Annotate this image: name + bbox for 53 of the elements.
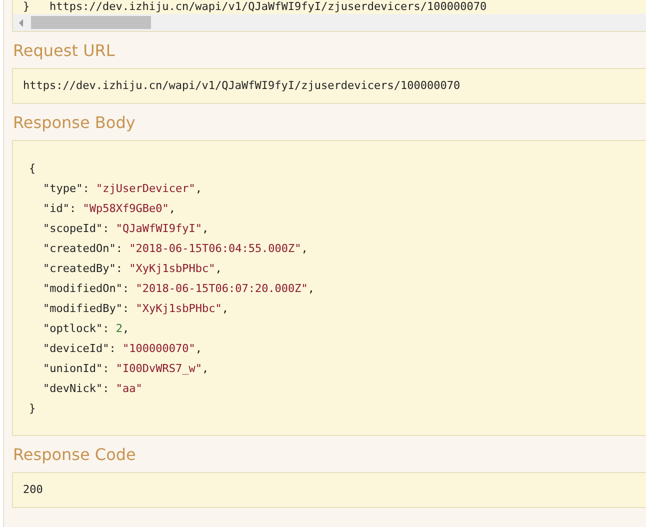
json-comma: ,	[215, 262, 222, 275]
json-key: "type"	[43, 182, 83, 195]
json-comma: ,	[202, 222, 209, 235]
json-value: "XyKj1sbPHbc"	[136, 302, 222, 315]
response-code-text: 200	[23, 482, 44, 498]
json-colon: :	[116, 242, 124, 255]
json-comma: ,	[195, 182, 202, 195]
json-colon: :	[109, 342, 117, 355]
json-value: "2018-06-15T06:04:55.000Z"	[129, 242, 302, 255]
json-value: "QJaWfWI9fyI"	[116, 222, 202, 235]
json-colon: :	[102, 362, 110, 375]
json-key: "scopeId"	[43, 222, 103, 235]
json-key: "modifiedOn"	[43, 282, 122, 295]
json-value: 2	[116, 322, 122, 335]
json-comma: ,	[168, 202, 176, 215]
section-heading: Response Body	[12, 112, 136, 134]
json-comma: ,	[195, 342, 202, 355]
json-key: "createdOn"	[43, 242, 116, 255]
json-value: "aa"	[116, 382, 142, 395]
json-key: "modifiedBy"	[43, 302, 122, 315]
json-colon: :	[102, 322, 110, 335]
json-colon: :	[116, 262, 124, 275]
request-url-text: https://dev.izhiju.cn/wapi/v1/QJaWfWI9fyI/zjuserdevicers/100000070	[23, 78, 462, 94]
json-colon: :	[122, 302, 130, 315]
json-colon: :	[122, 282, 130, 295]
json-key: "unionId"	[43, 362, 103, 375]
section-heading: Request URL	[12, 40, 116, 62]
json-colon: :	[102, 382, 110, 395]
json-brace: }	[29, 401, 37, 417]
json-comma: ,	[308, 282, 315, 295]
json-value: "I00DvWRS7_w"	[116, 362, 202, 375]
scroll-left-arrow-icon[interactable]	[19, 18, 23, 26]
json-comma: ,	[301, 242, 308, 255]
json-value: "XyKj1sbPHbc"	[129, 262, 216, 275]
json-comma: ,	[222, 302, 228, 315]
json-comma: ,	[122, 322, 130, 335]
json-value: "2018-06-15T06:07:20.000Z"	[136, 282, 308, 295]
json-value: "zjUserDevicer"	[96, 182, 196, 195]
json-colon: :	[102, 222, 110, 235]
curl-command-text: } https://dev.izhiju.cn/wapi/v1/QJaWfWI9fyI/zjuserdevicers/100000070	[22, 0, 488, 14]
json-key: "id"	[43, 202, 70, 215]
json-key: "devNick"	[43, 382, 103, 395]
json-colon: :	[82, 182, 90, 195]
json-key: "createdBy"	[43, 262, 116, 275]
json-colon: :	[70, 202, 78, 215]
json-value: "Wp58Xf9GBe0"	[82, 202, 169, 215]
json-key: "deviceId"	[43, 342, 110, 355]
json-brace: {	[29, 161, 37, 177]
json-value: "100000070"	[122, 342, 196, 355]
json-comma: ,	[202, 362, 209, 375]
scrollbar-thumb[interactable]	[31, 16, 151, 29]
section-heading: Response Code	[12, 444, 137, 466]
json-key: "optlock"	[43, 322, 103, 335]
